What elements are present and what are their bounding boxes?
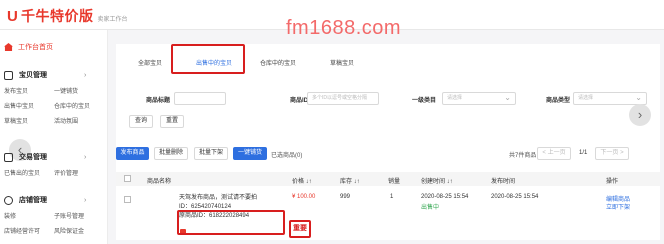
- chevron-right-icon: ›: [84, 153, 87, 161]
- publish-product-button[interactable]: 发布商品: [116, 147, 149, 160]
- logo-mark-icon: U: [7, 7, 18, 25]
- sidebar: 工作台首页 宝贝管理 › 发布宝贝 一键铺货 出售中宝贝 仓库中的宝贝 草稿宝贝…: [0, 30, 108, 244]
- sidebar-group-header[interactable]: 店铺管理 ›: [4, 195, 104, 205]
- sidebar-item-license[interactable]: 店铺经营许可: [4, 226, 54, 235]
- id-filter-label: 商品ID: [290, 98, 309, 104]
- highlight-box-tab: [171, 44, 245, 74]
- sidebar-item-onekey[interactable]: 一键铺货: [54, 86, 104, 95]
- next-arrow-button[interactable]: ›: [629, 104, 651, 126]
- type-select-value: 请选择: [578, 95, 594, 101]
- title-filter-label: 商品标题: [146, 98, 171, 104]
- sidebar-group-title: 店铺管理: [19, 197, 47, 204]
- col-header-name: 商品名称: [147, 179, 172, 185]
- action-toolbar: 发布商品 批量删除 批量下架 一键铺货 已选商品(0) 共7件商品 < 上一页 …: [116, 147, 660, 161]
- row-checkbox[interactable]: [124, 196, 131, 203]
- category-select[interactable]: 请选择 ⌄: [442, 92, 516, 105]
- prev-page-button[interactable]: < 上一页: [537, 147, 571, 160]
- highlight-box-origin-id: [177, 210, 285, 235]
- type-select[interactable]: 请选择 ⌄: [573, 92, 647, 105]
- app-root: U 千牛特价版 卖家工作台 fm1688.com 工作台首页 宝贝管理 › 发布…: [0, 0, 664, 244]
- batch-delete-button[interactable]: 批量删除: [154, 147, 188, 160]
- sidebar-group-header[interactable]: 宝贝管理 ›: [4, 70, 104, 80]
- product-title[interactable]: 天驾发布商品，测试请不要拍: [179, 194, 257, 203]
- sidebar-row: 已售出的宝贝 评价管理: [4, 168, 104, 177]
- sidebar-item-decorate[interactable]: 装修: [4, 211, 54, 220]
- sidebar-group-title: 交易管理: [19, 154, 47, 161]
- category-select-value: 请选择: [447, 95, 463, 101]
- selected-count-text: 已选商品(0): [271, 150, 302, 159]
- category-filter-label: 一级类目: [412, 98, 437, 104]
- sidebar-group-header[interactable]: 交易管理 ›: [4, 152, 104, 162]
- important-annotation: 重要: [289, 220, 311, 238]
- col-header-created[interactable]: 创建时间 ↓↑: [421, 176, 453, 185]
- product-created-time: 2020-08-25 15:54: [421, 194, 469, 200]
- sidebar-item-reviews[interactable]: 评价管理: [54, 168, 104, 177]
- status-badge: 出售中: [421, 205, 440, 211]
- box-icon: [4, 70, 13, 80]
- sidebar-group-store: 店铺管理 › 装修 子账号管理 店铺经营许可 风险保证金: [4, 195, 104, 235]
- selected-suffix: ): [300, 153, 303, 159]
- sidebar-row: 草稿宝贝 活动氛围: [4, 116, 104, 125]
- logo[interactable]: U 千牛特价版 卖家工作台: [7, 6, 128, 26]
- sidebar-row: 装修 子账号管理: [4, 211, 104, 220]
- product-price: ¥ 100.00: [292, 194, 316, 200]
- table-header: 商品名称 价格 ↓↑ 库存 ↓↑ 销量 创建时间 ↓↑ 发布时间 操作: [116, 172, 660, 186]
- col-header-price[interactable]: 价格 ↓↑: [292, 176, 312, 185]
- col-header-actions: 操作: [606, 179, 619, 185]
- watermark: fm1688.com: [286, 17, 402, 39]
- sidebar-row: 店铺经营许可 风险保证金: [4, 226, 104, 235]
- sidebar-row: 发布宝贝 一键铺货: [4, 86, 104, 95]
- product-published-time: 2020-08-25 15:54: [491, 194, 539, 200]
- product-stock: 999: [340, 194, 351, 200]
- sidebar-item-drafts[interactable]: 草稿宝贝: [4, 116, 54, 125]
- product-sales: 1: [390, 194, 394, 200]
- trade-icon: [4, 152, 13, 162]
- one-key-distribute-button[interactable]: 一键铺货: [233, 147, 267, 160]
- reset-button[interactable]: 重置: [160, 115, 184, 128]
- sidebar-group-products: 宝贝管理 › 发布宝贝 一键铺货 出售中宝贝 仓库中的宝贝 草稿宝贝 活动氛围: [4, 70, 104, 125]
- sidebar-row: 出售中宝贝 仓库中的宝贝: [4, 101, 104, 110]
- id-input[interactable]: 多个ID以逗号或空格分隔: [307, 92, 379, 105]
- logo-subtitle: 卖家工作台: [97, 17, 128, 23]
- table-row: 天驾发布商品，测试请不要拍 ID：625420740124 原商品ID：6182…: [116, 186, 660, 240]
- total-count-text: 共7件商品: [509, 153, 537, 159]
- selected-prefix: 已选商品(: [271, 153, 297, 159]
- sidebar-item-onsale[interactable]: 出售中宝贝: [4, 101, 54, 110]
- store-icon: [4, 195, 13, 205]
- col-header-stock[interactable]: 库存 ↓↑: [340, 176, 360, 185]
- page-indicator: 1/1: [579, 150, 588, 156]
- sidebar-item-sold[interactable]: 已售出的宝贝: [4, 168, 54, 177]
- chevron-right-icon: ›: [84, 196, 87, 204]
- sidebar-item-activity[interactable]: 活动氛围: [54, 116, 104, 125]
- query-button[interactable]: 查询: [129, 115, 153, 128]
- batch-offline-button[interactable]: 批量下架: [194, 147, 228, 160]
- chevron-down-icon: ⌄: [504, 93, 511, 102]
- select-all-checkbox[interactable]: [124, 175, 131, 182]
- offline-now-link[interactable]: 立即下架: [606, 202, 630, 211]
- title-input[interactable]: [174, 92, 226, 105]
- type-filter-label: 商品类型: [546, 98, 571, 104]
- sidebar-item-home[interactable]: 工作台首页: [4, 42, 53, 52]
- main-panel: 全部宝贝 出售中的宝贝 仓库中的宝贝 草稿宝贝 商品标题 商品ID 多个ID以逗…: [116, 44, 660, 240]
- tab-warehouse[interactable]: 仓库中的宝贝: [248, 44, 308, 74]
- sidebar-home-label: 工作台首页: [18, 44, 53, 51]
- sidebar-group-trade: 交易管理 › 已售出的宝贝 评价管理: [4, 152, 104, 177]
- sidebar-item-warehouse[interactable]: 仓库中的宝贝: [54, 101, 104, 110]
- chevron-down-icon: ⌄: [635, 93, 642, 102]
- logo-title: 千牛特价版: [21, 8, 94, 24]
- next-page-button[interactable]: 下一页 >: [595, 147, 629, 160]
- tab-drafts[interactable]: 草稿宝贝: [312, 44, 372, 74]
- chevron-right-icon: ›: [84, 71, 87, 79]
- sidebar-group-title: 宝贝管理: [19, 72, 47, 79]
- sidebar-item-deposit[interactable]: 风险保证金: [54, 226, 104, 235]
- home-icon: [4, 43, 13, 51]
- col-header-published: 发布时间: [491, 179, 516, 185]
- col-header-sales: 销量: [388, 179, 401, 185]
- sidebar-item-publish[interactable]: 发布宝贝: [4, 86, 54, 95]
- sidebar-item-subaccount[interactable]: 子账号管理: [54, 211, 104, 220]
